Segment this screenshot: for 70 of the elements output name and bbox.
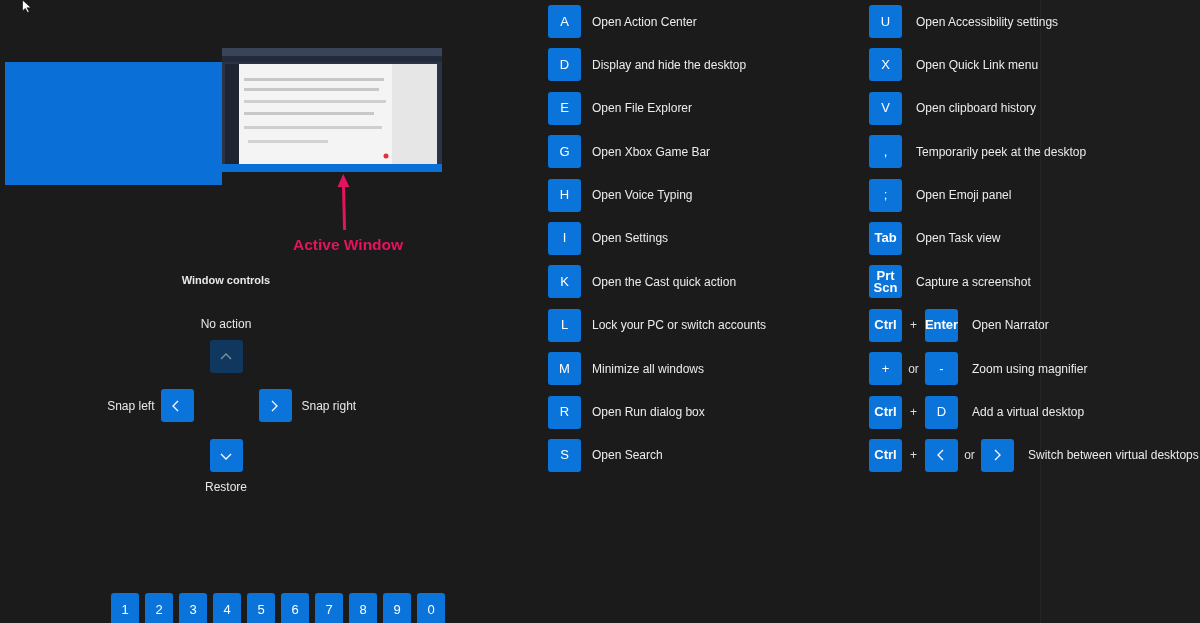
number-key: 4 <box>213 593 241 623</box>
shortcut-label: Open Voice Typing <box>592 188 693 203</box>
number-key: 2 <box>145 593 173 623</box>
shortcut-label: Minimize all windows <box>592 361 705 376</box>
number-key: 9 <box>383 593 411 623</box>
key-separator: + <box>909 448 918 463</box>
key: Ctrl <box>869 395 902 429</box>
shortcut-label: Open Emoji panel <box>916 188 1012 203</box>
key: K <box>548 265 581 299</box>
key: U <box>869 5 902 38</box>
shortcut-label: Add a virtual desktop <box>972 405 1085 419</box>
key: R <box>548 395 581 429</box>
key: ; <box>869 178 902 212</box>
cursor-icon <box>22 0 32 13</box>
shortcut-label: Capture a screenshot <box>916 274 1031 289</box>
section-title: Window controls <box>181 274 271 286</box>
number-key: 5 <box>247 593 275 623</box>
shortcut-label: Temporarily peek at the desktop <box>916 144 1087 159</box>
key: Prt Scn <box>869 265 902 299</box>
shortcut-label: Switch between virtual desktops <box>1028 448 1199 463</box>
key: G <box>548 135 581 169</box>
key: Ctrl <box>869 438 902 472</box>
key: S <box>548 438 581 472</box>
key: + <box>869 352 902 386</box>
shortcut-label: Display and hide the desktop <box>592 57 747 72</box>
key: D <box>548 48 581 82</box>
key-label: Snap left <box>107 398 155 413</box>
shortcut-label: Open Settings <box>592 231 669 246</box>
shortcut-label: Open clipboard history <box>916 101 1037 116</box>
annotation-label: Active Window <box>293 236 404 254</box>
number-key: 3 <box>179 593 207 623</box>
shortcut-label: Open File Explorer <box>592 101 693 116</box>
shortcut-label: Open Narrator <box>972 318 1049 333</box>
key: E <box>548 91 581 125</box>
number-key: 0 <box>417 593 445 623</box>
key: M <box>548 352 581 386</box>
key-separator: or <box>964 448 975 463</box>
key: L <box>548 308 581 342</box>
shortcut-label: Open the Cast quick action <box>592 274 737 289</box>
key: V <box>869 91 902 125</box>
key: X <box>869 48 902 82</box>
shortcut-label: Open Search <box>592 448 663 463</box>
shortcut-label: Open Task view <box>916 231 1001 246</box>
shortcut-label: Open Action Center <box>592 14 697 29</box>
key-label: Restore <box>205 480 247 494</box>
key-separator: or <box>908 361 919 376</box>
key: Tab <box>869 221 902 255</box>
shortcut-label: Lock your PC or switch accounts <box>592 318 767 333</box>
number-key: 7 <box>315 593 343 623</box>
key-label: Snap right <box>301 398 357 413</box>
key: D <box>925 395 958 429</box>
shortcut-label: Open Accessibility settings <box>916 14 1059 29</box>
number-key: 1 <box>111 593 139 623</box>
key-separator: + <box>909 405 918 419</box>
key: , <box>869 135 902 169</box>
shortcut-label: Open Quick Link menu <box>916 57 1039 72</box>
number-key: 6 <box>281 593 309 623</box>
number-key: 8 <box>349 593 377 623</box>
key: Ctrl <box>869 308 902 342</box>
key: H <box>548 178 581 212</box>
key: Enter <box>925 308 958 342</box>
shortcut-label: Zoom using magnifier <box>972 361 1088 376</box>
key: A <box>548 5 581 38</box>
key-label: No action <box>200 317 252 331</box>
shortcut-label: Open Xbox Game Bar <box>592 144 711 159</box>
key-separator: + <box>909 318 918 333</box>
shortcut-label: Open Run dialog box <box>592 405 705 419</box>
arrow <box>337 174 351 232</box>
key: - <box>925 352 958 386</box>
key: I <box>548 221 581 255</box>
